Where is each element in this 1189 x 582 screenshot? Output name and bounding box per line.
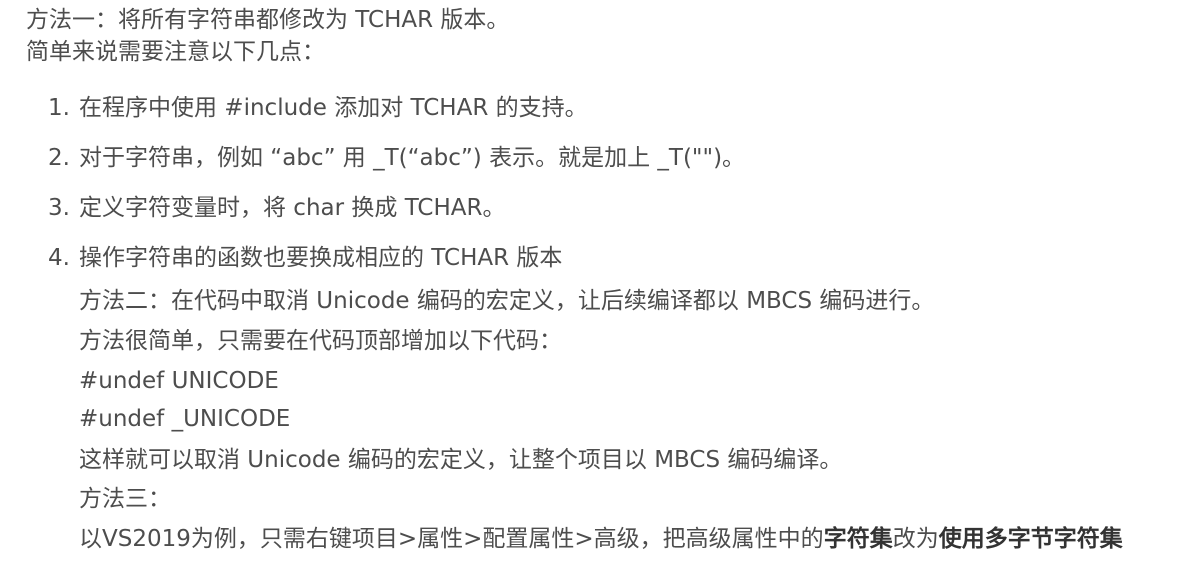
emphasis-charset: 字符集 [823, 526, 893, 552]
method-two-result: 这样就可以取消 Unicode 编码的宏定义，让整个项目以 MBCS 编码编译。 [79, 447, 843, 473]
emphasis-multibyte-charset: 使用多字节字符集 [938, 526, 1123, 552]
list-number: 2. [48, 145, 70, 171]
method-two-instructions: 方法很简单，只需要在代码顶部增加以下代码： [79, 328, 562, 354]
list-item: 2. 对于字符串，例如 “abc” 用 _T(“abc”) 表示。就是加上 _T… [26, 140, 1176, 190]
ordered-list: 1. 在程序中使用 #include 添加对 TCHAR 的支持。 2. 对于字… [26, 90, 1176, 290]
method-two-heading: 方法二：在代码中取消 Unicode 编码的宏定义，让后续编译都以 MBCS 编… [79, 288, 935, 314]
method-three-heading: 方法三： [79, 486, 171, 512]
list-text: 操作字符串的函数也要换成相应的 TCHAR 版本 [79, 245, 563, 271]
list-text: 定义字符变量时，将 char 换成 TCHAR。 [79, 195, 506, 221]
list-number: 3. [48, 195, 70, 221]
notes-intro: 简单来说需要注意以下几点： [26, 39, 325, 65]
method-one-heading: 方法一：将所有字符串都修改为 TCHAR 版本。 [26, 7, 510, 33]
instruction-text: 改为 [892, 526, 939, 552]
method-three-instructions: 以VS2019为例，只需右键项目>属性>配置属性>高级，把高级属性中的字符集改为… [79, 521, 1123, 557]
list-text: 在程序中使用 #include 添加对 TCHAR 的支持。 [79, 95, 588, 121]
list-number: 1. [48, 95, 70, 121]
code-line-undef-unicode: #undef UNICODE [79, 368, 279, 394]
list-item: 1. 在程序中使用 #include 添加对 TCHAR 的支持。 [26, 90, 1176, 140]
list-text: 对于字符串，例如 “abc” 用 _T(“abc”) 表示。就是加上 _T(""… [79, 145, 746, 171]
code-line-undef-underscore-unicode: #undef _UNICODE [79, 406, 291, 432]
list-item: 3. 定义字符变量时，将 char 换成 TCHAR。 [26, 190, 1176, 240]
list-number: 4. [48, 245, 70, 271]
instruction-text: 以VS2019为例，只需右键项目>属性>配置属性>高级，把高级属性中的 [79, 526, 824, 552]
